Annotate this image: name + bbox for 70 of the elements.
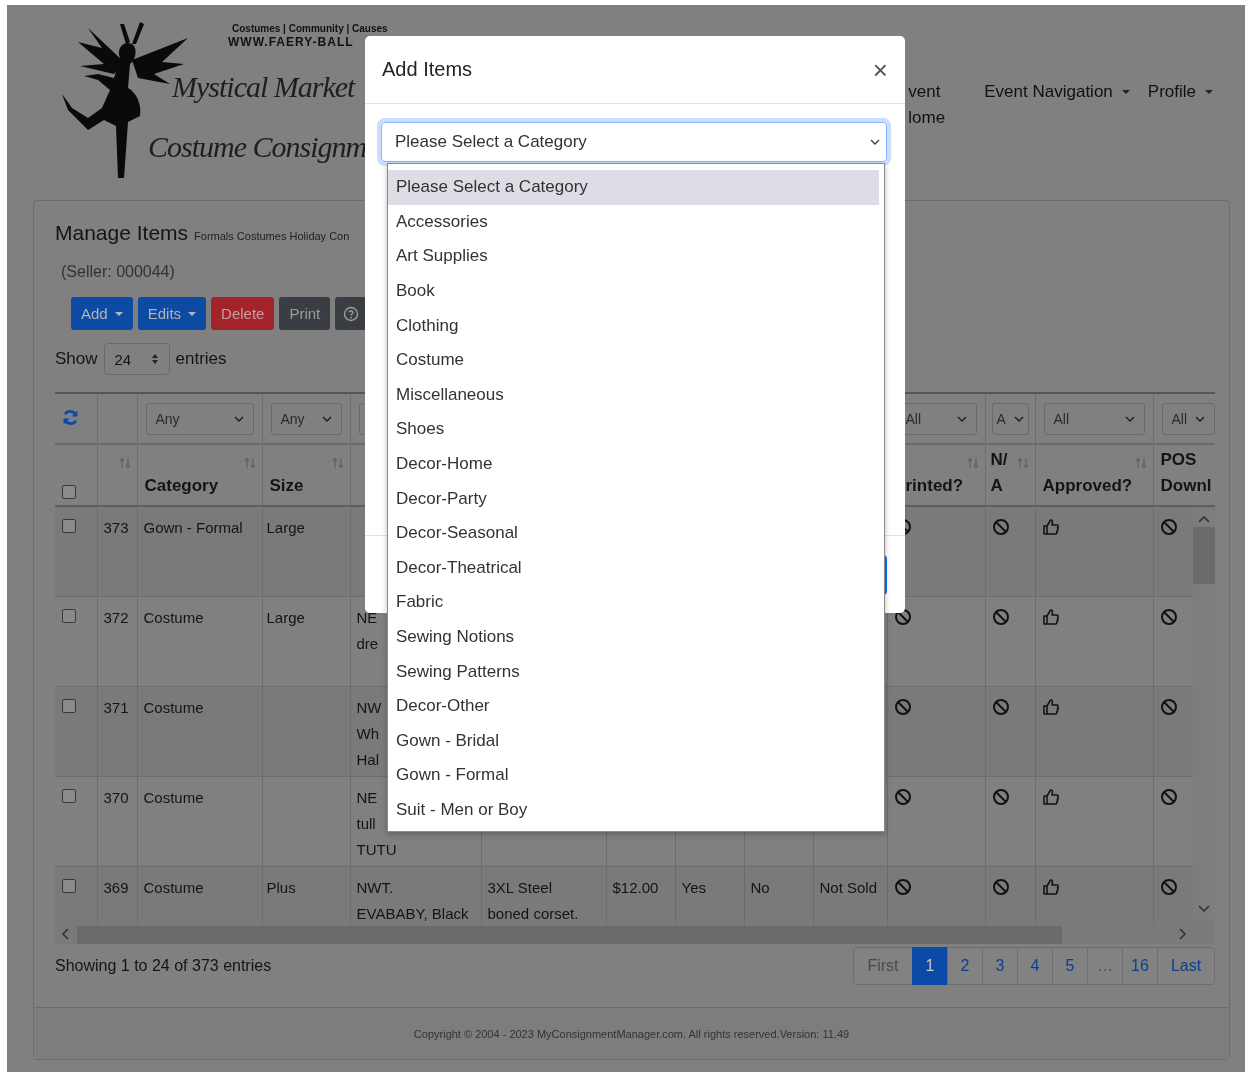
- category-list: Formals Costumes Holiday Con: [194, 230, 350, 242]
- table-cell: 369: [97, 866, 137, 926]
- table-cell: Costume: [137, 686, 262, 777]
- table-cell: Costume: [137, 596, 262, 687]
- column-header[interactable]: Category: [144, 476, 219, 495]
- column-header[interactable]: Approved?: [1042, 476, 1133, 495]
- table-cell: 3XL Steel boned corset.: [481, 866, 606, 926]
- filter-select[interactable]: Any: [270, 402, 342, 435]
- page-link[interactable]: 4: [1017, 947, 1053, 985]
- logo-script: Costume Consignm: [148, 129, 367, 165]
- dropdown-option[interactable]: Decor-Seasonal: [388, 515, 879, 551]
- dropdown-option[interactable]: Clothing: [388, 308, 879, 343]
- table-cell: Plus: [262, 866, 350, 926]
- dropdown-option[interactable]: Decor-Party: [388, 481, 879, 516]
- table-cell: 371: [97, 686, 137, 777]
- table-cell: Costume: [137, 776, 262, 867]
- action-button[interactable]: Print: [279, 297, 331, 330]
- nav-link[interactable]: Profile: [1147, 79, 1213, 105]
- filter-select[interactable]: Any: [145, 402, 254, 435]
- table-cell: Not Sold: [813, 866, 887, 926]
- page-link[interactable]: 2: [947, 947, 983, 985]
- entries-info: Showing 1 to 24 of 373 entries: [55, 957, 272, 975]
- dropdown-option[interactable]: Miscellaneous: [388, 377, 879, 413]
- dropdown-option[interactable]: Decor-Theatrical: [388, 550, 879, 586]
- table-cell: 373: [97, 506, 137, 597]
- page-link[interactable]: 1: [912, 947, 948, 985]
- column-header[interactable]: POS Downl: [1160, 447, 1213, 499]
- page-title: Manage Items: [55, 221, 189, 245]
- dropdown-option[interactable]: Costume: [388, 342, 879, 378]
- tagline: Costumes | Community | Causes: [232, 22, 388, 35]
- action-button[interactable]: Edits: [137, 297, 207, 330]
- filter-select[interactable]: A: [991, 402, 1029, 435]
- table-cell: Large: [262, 596, 350, 687]
- dropdown-option[interactable]: Art Supplies: [388, 239, 879, 274]
- table-cell: Large: [262, 506, 350, 597]
- seller-id: (Seller: 000044): [61, 263, 176, 281]
- nav-link[interactable]: Event Navigation: [984, 79, 1130, 105]
- column-header[interactable]: Size: [269, 476, 304, 495]
- table-cell: 370: [97, 776, 137, 867]
- page-size-select[interactable]: 24: [103, 343, 170, 375]
- filter-select[interactable]: All: [1161, 402, 1215, 435]
- logo-script: Mystical Market: [172, 69, 355, 105]
- table-cell: $12.00: [606, 866, 675, 926]
- dropdown-option[interactable]: Decor-Home: [388, 446, 879, 482]
- page-link[interactable]: Last: [1157, 947, 1215, 985]
- page-link[interactable]: 5: [1052, 947, 1088, 985]
- dropdown-option[interactable]: Book: [388, 273, 879, 309]
- site-address: WWW.FAERY-BALL: [228, 35, 354, 49]
- table-cell: 372: [97, 596, 137, 687]
- page-link[interactable]: 16: [1122, 947, 1158, 985]
- entries-label: entries: [175, 349, 227, 369]
- filter-select[interactable]: All: [1043, 402, 1145, 435]
- action-button[interactable]: Delete: [211, 297, 275, 330]
- nav-link[interactable]: vent lome: [908, 79, 951, 131]
- show-label: Show: [55, 349, 98, 369]
- table-cell: No: [744, 866, 813, 926]
- table-cell: NWT. EVABABY, Black: [350, 866, 481, 926]
- close-button[interactable]: ×: [872, 56, 888, 83]
- dropdown-option[interactable]: Shoes: [388, 412, 879, 447]
- action-button[interactable]: Add: [71, 297, 133, 330]
- page-link[interactable]: 3: [982, 947, 1018, 985]
- column-header[interactable]: N/A: [990, 447, 1013, 499]
- dropdown-option[interactable]: Accessories: [388, 204, 879, 240]
- modal-title: Add Items: [382, 58, 473, 81]
- dropdown-option[interactable]: Please Select a Category: [388, 170, 879, 205]
- table-cell: Costume: [137, 866, 262, 926]
- column-header[interactable]: rinted?: [905, 476, 964, 495]
- copyright-text: Copyright © 2004 - 2023 MyConsignmentManager.com. All rights reserved.Version: 11.49: [413, 1027, 850, 1040]
- table-cell: Gown - Formal: [137, 506, 262, 597]
- table-cell: Yes: [675, 866, 744, 926]
